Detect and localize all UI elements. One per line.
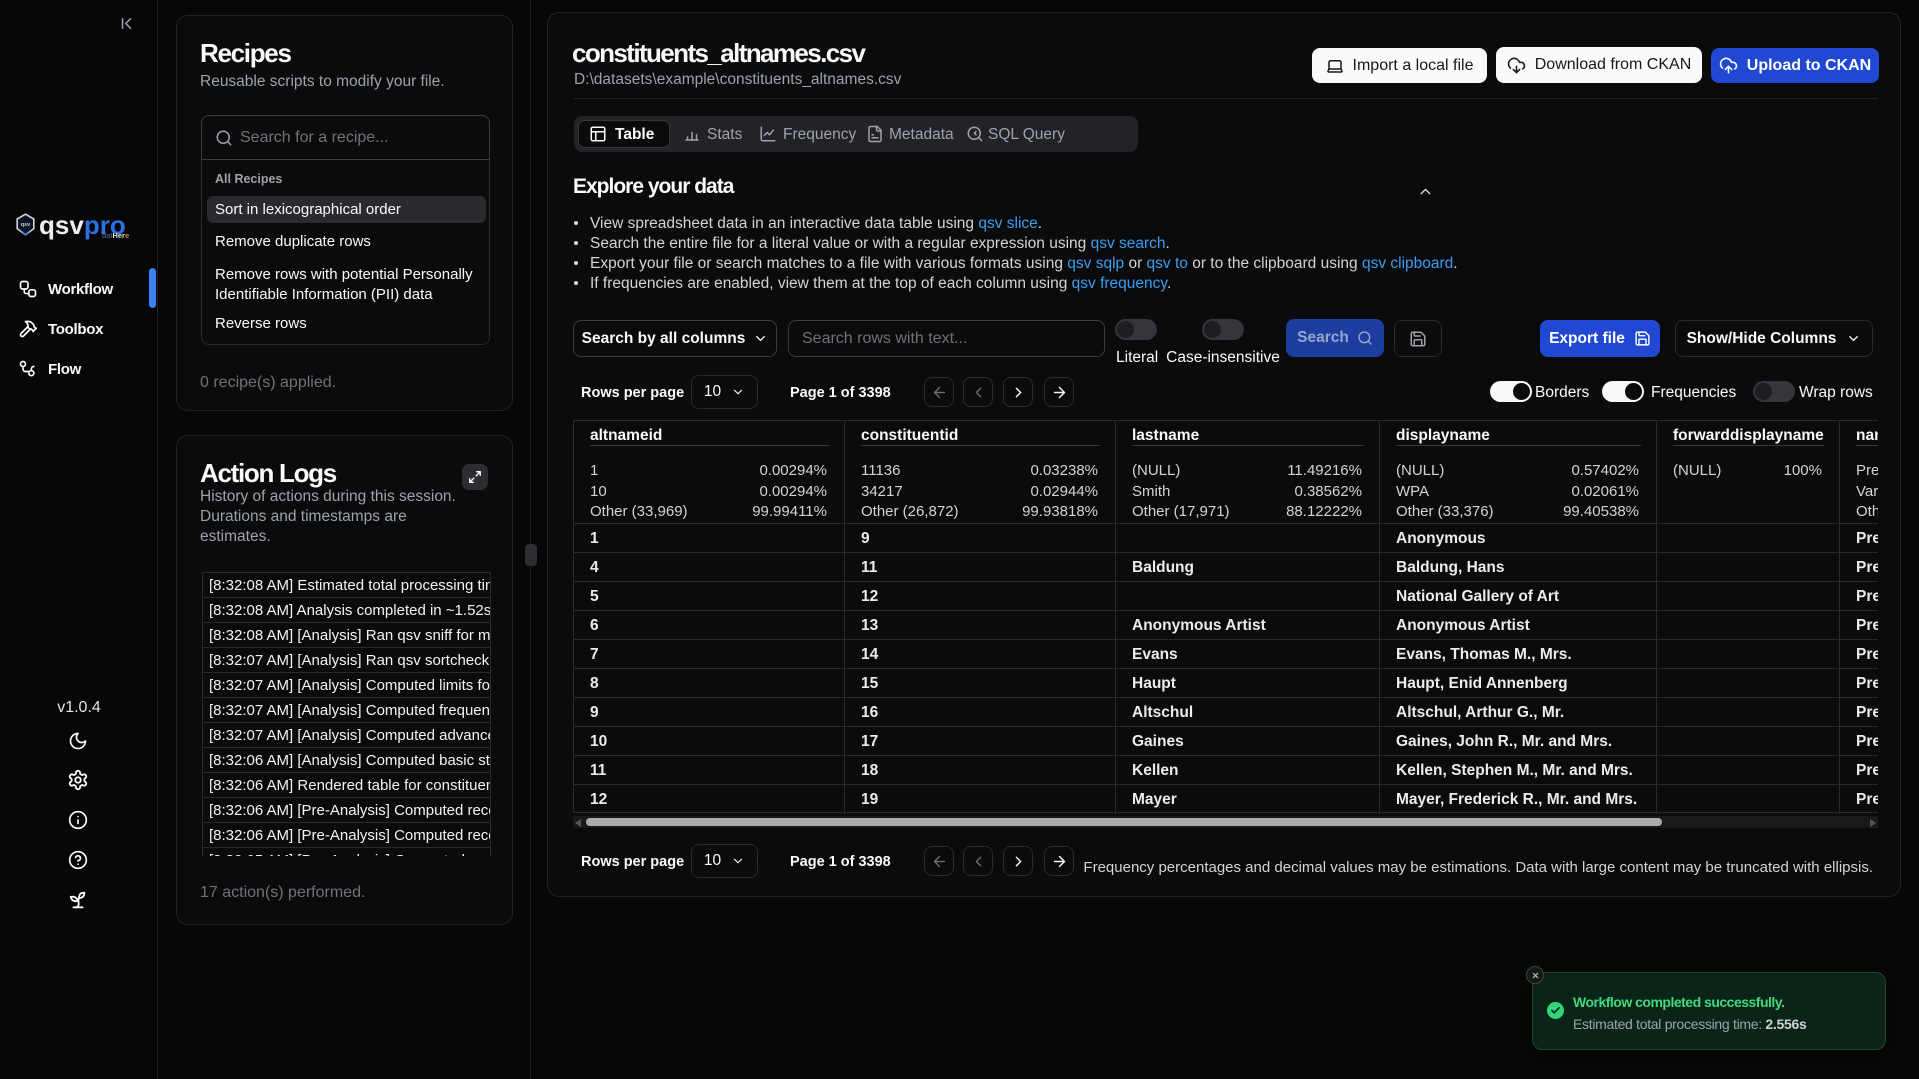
svg-text:qsv: qsv [21,222,31,228]
